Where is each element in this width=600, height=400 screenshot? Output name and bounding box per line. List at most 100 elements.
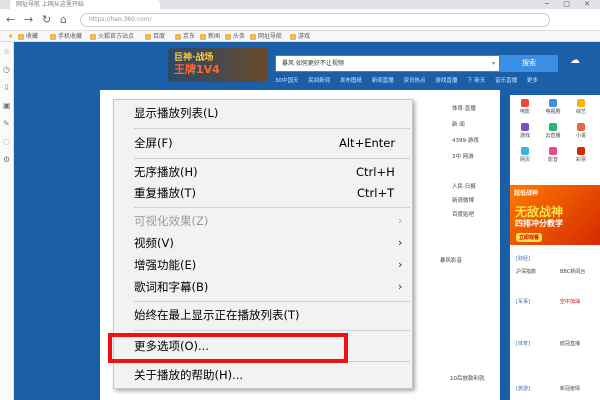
window-controls[interactable]: ─ □ ✕ — [545, 0, 596, 9]
shortcut-label: Alt+Enter — [339, 136, 396, 150]
highlight-box — [108, 333, 348, 363]
bookmark-item[interactable]: 手机收藏 — [50, 31, 82, 42]
hot-link[interactable]: 资讯热点 — [404, 78, 426, 84]
app-shortcut[interactable]: 网页 — [514, 147, 536, 163]
chevron-right-icon: › — [398, 214, 403, 227]
game-banner-subtitle: 王牌1V4 — [174, 63, 220, 76]
bookmark-item[interactable]: 火狐官方站点 — [90, 31, 134, 42]
chevron-right-icon: › — [398, 236, 403, 249]
hot-link[interactable]: 30中国天 — [275, 78, 299, 84]
note-icon[interactable]: ✎ — [3, 120, 10, 128]
address-bar[interactable]: https://hao.360.com/ — [80, 13, 550, 27]
content-link[interactable]: 新浪微博 — [452, 196, 474, 204]
hot-link[interactable]: 游戏直播 — [435, 78, 457, 84]
ad-tag: 超低战神 — [514, 190, 539, 197]
list-item[interactable]: 欧冠直播 — [560, 340, 580, 347]
menu-item-shuffle[interactable]: 无序播放(H) — [134, 163, 198, 181]
hot-link[interactable]: 民间新闻 — [308, 78, 330, 84]
tools-icon[interactable]: ⚙ — [3, 156, 10, 164]
forward-icon[interactable]: → — [24, 13, 33, 27]
menu-item-repeat[interactable]: 重复播放(T) — [134, 184, 196, 202]
back-icon[interactable]: ← — [6, 13, 15, 27]
left-sidebar: ☆ ◷ ⇩ ▣ ✎ ◌ ⚙ — [0, 42, 14, 400]
content-link[interactable]: 10后放款利就 — [450, 374, 485, 382]
list-item[interactable]: BBC新闻台 — [560, 268, 585, 275]
star-icon[interactable]: ☆ — [3, 48, 10, 56]
menu-item-video[interactable]: 视频(V) — [134, 234, 174, 252]
game-ad[interactable]: 超低战神 无敌战神 四排冲分教学 立即观看 — [510, 185, 600, 245]
content-link[interactable]: 3中 网游 — [452, 152, 474, 160]
content-link[interactable]: 新 闻 — [452, 120, 465, 128]
app-shortcut[interactable]: 彩票 — [570, 147, 592, 163]
search-input-text: 暴风 如何更好不让视频 — [282, 60, 344, 67]
hot-links: 30中国天 民间新闻 发布图纸 新闻直播 资讯热点 游戏直播 下 新天 音乐直播… — [275, 76, 575, 86]
bookmark-star-icon: ★ — [8, 33, 14, 40]
bookmark-item[interactable]: 百度 — [145, 31, 165, 42]
navigation-bar: ← → ↻ ⌂ https://hao.360.com/ — [0, 9, 600, 31]
download-icon[interactable]: ⇩ — [3, 84, 10, 92]
ad-button[interactable]: 立即观看 — [516, 233, 543, 242]
reload-icon[interactable]: ↻ — [42, 13, 51, 27]
game-banner[interactable]: 巨神·战场 王牌1V4 — [168, 48, 268, 82]
browser-tab[interactable]: 网址导航 上网从这里开始 — [10, 0, 160, 9]
bookmark-item[interactable]: 京东 — [175, 31, 195, 42]
list-category[interactable]: [军事] — [516, 298, 530, 305]
app-shortcut[interactable]: 影音 — [542, 147, 564, 163]
bookmark-item[interactable]: 游戏 — [290, 31, 310, 42]
list-item[interactable]: 新冠疫情 — [560, 385, 580, 392]
side-panel: 电影 电视剧 综艺 游戏 云直播 小说 网页 影音 彩票 — [510, 95, 600, 400]
list-category[interactable]: [旅游] — [516, 385, 530, 392]
shortcut-label: Ctrl+H — [356, 165, 395, 179]
app-shortcut[interactable]: 小说 — [570, 123, 592, 139]
ad-subtitle: 四排冲分教学 — [515, 219, 563, 228]
chat-icon[interactable]: ◌ — [3, 138, 10, 146]
chevron-down-icon[interactable]: ▾ — [492, 56, 495, 71]
menu-item-enhancements[interactable]: 增强功能(E) — [134, 256, 196, 274]
app-shortcut[interactable]: 综艺 — [570, 99, 592, 115]
hot-link[interactable]: 下 新天 — [467, 78, 485, 84]
search-input[interactable]: 暴风 如何更好不让视频 ▾ — [275, 55, 500, 72]
hot-link[interactable]: 发布图纸 — [340, 78, 362, 84]
menu-separator — [134, 207, 410, 208]
content-link[interactable]: 体育·直播 — [452, 104, 476, 112]
content-link[interactable]: 人民·日报 — [452, 182, 476, 190]
shortcut-label: Ctrl+T — [357, 186, 395, 200]
list-item[interactable]: 空中加油 — [560, 298, 580, 305]
bookmark-item[interactable]: 收藏 — [18, 31, 38, 42]
menu-separator — [134, 330, 410, 331]
menu-item-show-playlist[interactable]: 显示播放列表(L) — [134, 104, 218, 122]
weather-icon[interactable]: ☁ — [570, 55, 600, 72]
tab-bar: 网址导航 上网从这里开始 ─ □ ✕ — [0, 0, 600, 9]
chevron-right-icon: › — [398, 258, 403, 271]
bookmark-item[interactable]: 新闻 — [200, 31, 220, 42]
hot-link[interactable]: 新闻直播 — [372, 78, 394, 84]
menu-item-fullscreen[interactable]: 全屏(F) — [134, 134, 173, 152]
app-shortcut[interactable]: 游戏 — [514, 123, 536, 139]
content-link[interactable]: 4399·游戏 — [452, 136, 479, 144]
home-icon[interactable]: ⌂ — [60, 13, 67, 27]
bookmark-item[interactable]: 网址导航 — [250, 31, 282, 42]
menu-separator — [134, 128, 410, 129]
list-category[interactable]: [体育] — [516, 340, 530, 347]
chevron-right-icon: › — [398, 280, 403, 293]
content-link[interactable]: 百度贴吧 — [452, 210, 474, 218]
menu-item-visualizations: 可视化效果(Z) — [134, 214, 209, 228]
menu-item-always-on-top[interactable]: 始终在最上显示正在播放列表(T) — [134, 306, 300, 324]
list-item[interactable]: 沪深指数 — [516, 268, 536, 275]
list-category[interactable]: [财经] — [516, 255, 530, 262]
hot-link[interactable]: 音乐直播 — [495, 78, 517, 84]
app-shortcut[interactable]: 云直播 — [542, 123, 564, 139]
app-shortcut[interactable]: 电影 — [514, 99, 536, 115]
bookmarks-bar: ★ 收藏 手机收藏 火狐官方站点 百度 京东 新闻 头条 网址导航 游戏 — [0, 31, 600, 42]
menu-separator — [134, 158, 410, 159]
menu-item-help[interactable]: 关于播放的帮助(H)... — [134, 366, 243, 384]
search-button[interactable]: 搜索 — [500, 55, 558, 72]
menu-item-lyrics-captions[interactable]: 歌词和字幕(B) — [134, 278, 208, 296]
menu-separator — [134, 301, 410, 302]
app-shortcut[interactable]: 电视剧 — [542, 99, 564, 115]
hot-link[interactable]: 更多 — [527, 78, 538, 84]
history-icon[interactable]: ◷ — [3, 66, 10, 74]
content-link[interactable]: 暴风影音 — [440, 256, 462, 264]
cart-icon[interactable]: ▣ — [3, 102, 11, 110]
bookmark-item[interactable]: 头条 — [225, 31, 245, 42]
